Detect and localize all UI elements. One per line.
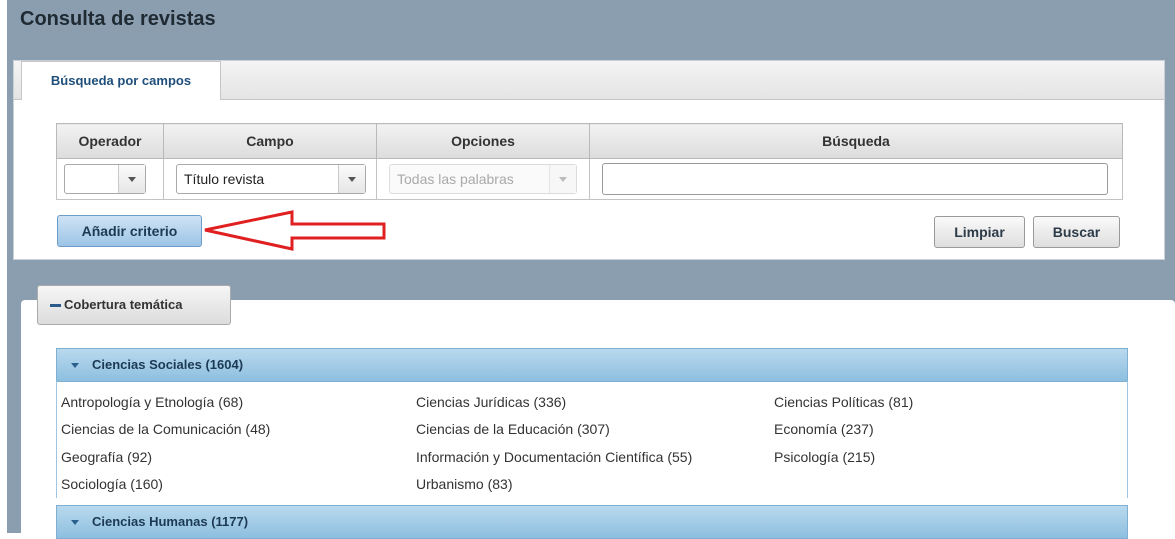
- category-link[interactable]: Sociología (160): [61, 476, 163, 492]
- category-link[interactable]: Antropología y Etnología (68): [61, 394, 243, 410]
- accordion-header-label: Ciencias Humanas (1177): [92, 514, 249, 529]
- category-link[interactable]: Geografía (92): [61, 449, 152, 465]
- minus-icon: [50, 304, 61, 307]
- coverage-toggle-button[interactable]: Cobertura temática: [37, 285, 231, 325]
- category-link[interactable]: Ciencias Jurídicas (336): [416, 394, 566, 410]
- category-link[interactable]: Urbanismo (83): [416, 476, 512, 492]
- category-link[interactable]: Información y Documentación Científica (…: [416, 449, 692, 465]
- caret-down-icon: [71, 520, 79, 525]
- category-link[interactable]: Ciencias Políticas (81): [774, 394, 913, 410]
- category-link[interactable]: Economía (237): [774, 421, 874, 437]
- category-link[interactable]: Psicología (215): [774, 449, 875, 465]
- accordion-header-label: Ciencias Sociales (1604): [92, 357, 244, 372]
- coverage-toggle-label: Cobertura temática: [64, 297, 183, 312]
- caret-down-icon: [71, 363, 79, 368]
- accordion-header-humanities[interactable]: Ciencias Humanas (1177): [56, 505, 1128, 539]
- accordion-header-social-sciences[interactable]: Ciencias Sociales (1604): [56, 348, 1128, 382]
- category-link[interactable]: Ciencias de la Educación (307): [416, 421, 610, 437]
- category-link[interactable]: Ciencias de la Comunicación (48): [61, 421, 270, 437]
- red-arrow-shape: [204, 210, 386, 251]
